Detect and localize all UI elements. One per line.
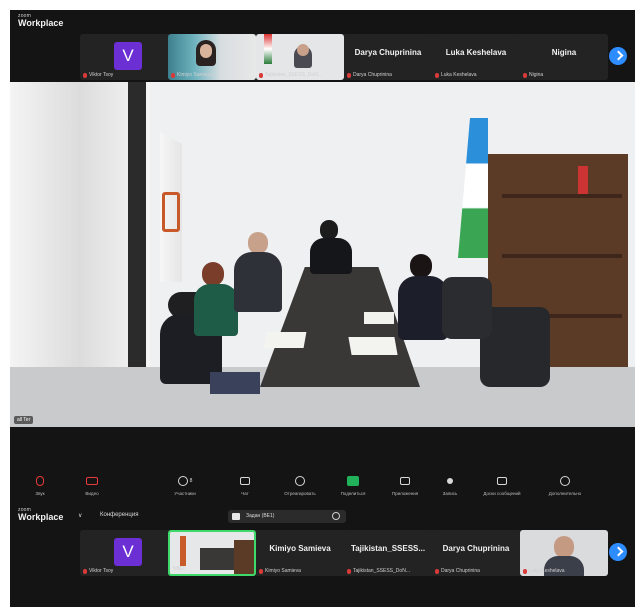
chevron-down-icon[interactable]: ∨ bbox=[78, 512, 82, 519]
zoom-logo: zoom Workplace bbox=[18, 507, 64, 522]
meeting-pill[interactable]: Задан (ВЕ1) bbox=[228, 510, 346, 523]
share-screen-button[interactable]: Поделиться bbox=[323, 474, 383, 496]
mic-muted-icon bbox=[259, 72, 263, 78]
active-speaker-video: all Ter bbox=[10, 82, 635, 427]
zoom-meeting-window: zoom Workplace V Viktor Tsoy Kimiyo Sami… bbox=[10, 10, 635, 607]
record-button[interactable]: Запись bbox=[420, 474, 480, 496]
participant-name: Darya Chuprinina bbox=[441, 568, 480, 574]
participant-name: Tajikistan_SSESS_DoN... bbox=[353, 568, 410, 574]
whiteboard-icon bbox=[497, 476, 507, 485]
meeting-toolbar: Звук Видео 8 Участники Чат Отреагировать… bbox=[10, 472, 635, 504]
participant-name: Nigina bbox=[529, 72, 544, 78]
participant-strip-bottom: V Viktor Tsoy NBEI Kimiyo Samieva Kimiyo… bbox=[80, 530, 627, 576]
chat-button[interactable]: Чат bbox=[215, 474, 275, 496]
participant-tile[interactable]: Darya Chuprinina Darya Chuprinina bbox=[344, 34, 432, 80]
mic-muted-icon bbox=[83, 568, 87, 574]
participant-name: Viktor Tsoy bbox=[89, 72, 114, 78]
participant-big-name: Luka Keshelava bbox=[445, 48, 507, 57]
participant-tile[interactable]: Luka Keshelava Luka Keshelava bbox=[432, 34, 520, 80]
video-off-icon bbox=[86, 476, 98, 485]
avatar: V bbox=[114, 538, 142, 566]
participant-big-name: Darya Chuprinina bbox=[354, 48, 422, 57]
mic-muted-icon bbox=[435, 568, 439, 574]
next-page-button[interactable] bbox=[609, 47, 627, 65]
participant-big-name: Kimiyo Samieva bbox=[269, 544, 331, 553]
participant-tile[interactable]: Tajikistan_SSESS_DoN... bbox=[256, 34, 344, 80]
whiteboard-button[interactable]: Доски сообщений bbox=[472, 474, 532, 496]
participant-tile[interactable]: Tajikistan_SSESS... Tajikistan_SSESS_DoN… bbox=[344, 530, 432, 576]
participants-icon bbox=[177, 475, 188, 486]
avatar: V bbox=[114, 42, 142, 70]
participant-name: Luka Keshelava bbox=[441, 72, 477, 78]
paper bbox=[263, 332, 307, 348]
participant-big-name: Tajikistan_SSESS... bbox=[350, 544, 426, 553]
second-window-header: zoom Workplace ∨ Конференция Задан (ВЕ1) bbox=[10, 508, 635, 526]
participant-name: Kimiyo Samieva bbox=[265, 568, 301, 574]
participant-name: NBEI bbox=[173, 566, 185, 572]
participant-tile[interactable]: V Viktor Tsoy bbox=[80, 34, 168, 80]
participant-tile[interactable]: Darya Chuprinina Darya Chuprinina bbox=[432, 530, 520, 576]
mic-muted-icon bbox=[523, 568, 527, 574]
mic-muted-icon bbox=[435, 72, 439, 78]
participant-strip-top: V Viktor Tsoy Kimiyo Samieva Tajikistan_… bbox=[80, 34, 627, 80]
participant-tile[interactable]: Kimiyo Samieva Kimiyo Samieva bbox=[256, 530, 344, 576]
conference-menu[interactable]: Конференция bbox=[100, 512, 138, 518]
video-button[interactable]: Видео bbox=[62, 474, 122, 496]
banner-flag bbox=[160, 132, 182, 282]
more-button[interactable]: Дополнительно bbox=[535, 474, 595, 496]
reactions-button[interactable]: Отреагировать bbox=[270, 474, 330, 496]
microphone-muted-icon bbox=[36, 475, 44, 486]
banner-emblem bbox=[162, 192, 180, 232]
screen-icon bbox=[232, 513, 240, 520]
participant-tile[interactable]: V Viktor Tsoy bbox=[80, 530, 168, 576]
participant-tile[interactable]: Nigina Nigina bbox=[520, 34, 608, 80]
person bbox=[308, 220, 354, 280]
participant-tile[interactable]: Kimiyo Samieva bbox=[168, 34, 256, 80]
participant-name: Luka Keshelava bbox=[529, 568, 565, 574]
participant-big-name: Nigina bbox=[551, 48, 577, 57]
close-icon[interactable] bbox=[332, 512, 340, 520]
person bbox=[230, 232, 286, 322]
mic-muted-icon bbox=[523, 72, 527, 78]
apps-icon bbox=[400, 476, 410, 485]
mic-muted-icon bbox=[171, 72, 175, 78]
mic-muted-icon bbox=[347, 568, 351, 574]
window-frame bbox=[128, 82, 146, 392]
uzbek-flag bbox=[458, 118, 488, 258]
flag bbox=[264, 34, 272, 64]
participant-big-name: Darya Chuprinina bbox=[442, 544, 510, 553]
reactions-icon bbox=[295, 475, 305, 486]
video-label: all Ter bbox=[14, 416, 34, 424]
mic-muted-icon bbox=[259, 568, 263, 574]
mic-muted-icon bbox=[347, 72, 351, 78]
participants-button[interactable]: 8 Участники bbox=[155, 474, 215, 496]
participant-tile[interactable]: Luka Keshelava bbox=[520, 530, 608, 576]
brand-big: Workplace bbox=[18, 18, 64, 28]
participant-name: Tajikistan_SSESS_DoN... bbox=[265, 72, 322, 78]
record-icon bbox=[447, 477, 453, 484]
chat-icon bbox=[240, 476, 250, 485]
more-icon bbox=[560, 475, 570, 486]
face bbox=[297, 44, 309, 56]
paper bbox=[348, 337, 398, 355]
participant-tile-active[interactable]: NBEI bbox=[168, 530, 256, 576]
participant-name: Viktor Tsoy bbox=[89, 568, 114, 574]
participant-name: Kimiyo Samieva bbox=[177, 72, 213, 78]
paper bbox=[364, 312, 394, 324]
chair bbox=[442, 277, 492, 339]
mic-muted-icon bbox=[83, 72, 87, 78]
face bbox=[200, 44, 212, 58]
share-screen-icon bbox=[347, 475, 359, 486]
next-page-button[interactable] bbox=[609, 543, 627, 561]
audio-button[interactable]: Звук bbox=[10, 474, 70, 496]
participant-name: Darya Chuprinina bbox=[353, 72, 392, 78]
zoom-logo: zoom Workplace bbox=[18, 14, 63, 28]
